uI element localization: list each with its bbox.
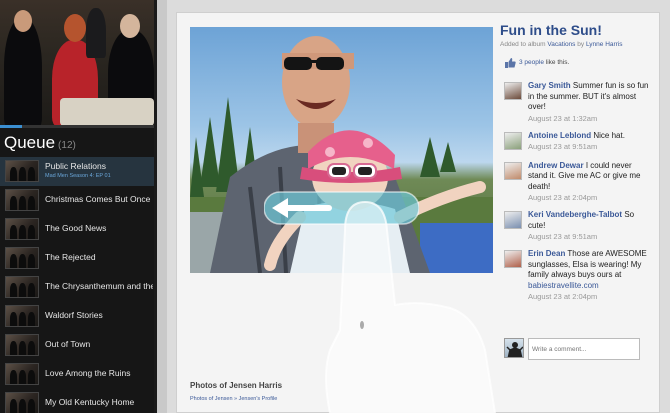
comment: Gary Smith Summer fun is so fun in the s… <box>504 81 652 123</box>
queue-count: (12) <box>58 140 76 151</box>
comment-text: Nice hat. <box>593 130 625 140</box>
commenter-avatar[interactable] <box>504 131 522 150</box>
episode-thumbnail <box>5 363 39 385</box>
comments-list: Gary Smith Summer fun is so fun in the s… <box>504 81 652 309</box>
comment-composer <box>504 338 640 360</box>
queue-item-title: The Chrysanthemum and the S <box>45 281 153 291</box>
comment: Keri Vandeberghe-Talbot So cute! August 2… <box>504 210 652 241</box>
queue-header: Queue (12) <box>4 133 154 155</box>
queue-item-title: Love Among the Ruins <box>45 368 131 378</box>
commenter-name[interactable]: Andrew Dewar <box>528 161 584 170</box>
episode-thumbnail <box>5 247 39 269</box>
comment: Erin Dean Those are AWESOME sunglasses, … <box>504 249 652 301</box>
commenter-name[interactable]: Antoine Leblond <box>528 131 591 140</box>
episode-thumbnail <box>5 218 39 240</box>
comment-timestamp[interactable]: August 23 at 2:04pm <box>528 292 652 301</box>
album-info: Added to album Vacations by Lynne Harris <box>500 41 652 48</box>
commenter-avatar[interactable] <box>504 211 522 229</box>
comment-timestamp[interactable]: August 23 at 9:51am <box>528 142 652 151</box>
photo-title: Fun in the Sun! <box>500 22 602 38</box>
queue-title: Queue <box>4 133 56 152</box>
queue-item-title: Waldorf Stories <box>45 310 103 320</box>
album-owner-link[interactable]: Lynne Harris <box>586 41 623 48</box>
commenter-name[interactable]: Gary Smith <box>528 81 571 90</box>
episode-thumbnail <box>5 334 39 356</box>
comment-body: Gary Smith Summer fun is so fun in the s… <box>528 81 652 113</box>
comment: Antoine Leblond Nice hat. August 23 at 9:… <box>504 131 652 153</box>
likes-link[interactable]: 3 people <box>519 59 544 66</box>
photo-details-panel: Fun in the Sun! Added to album Vacations… <box>500 22 652 372</box>
queue-item-title: My Old Kentucky Home <box>45 397 135 407</box>
queue-item[interactable]: Love Among the Ruins <box>0 360 154 389</box>
commenter-name[interactable]: Erin Dean <box>528 249 565 258</box>
video-preview[interactable] <box>0 0 154 126</box>
app-window: Queue (12) Public Relations Mad Men Season… <box>0 0 670 413</box>
album-info-by: by <box>577 41 585 48</box>
queue-item-title: The Rejected <box>45 252 96 262</box>
queue-item-title: The Good News <box>45 223 107 233</box>
swipe-left-arrow-icon <box>263 190 420 226</box>
queue-list: Public Relations Mad Men Season 4: EP 01 C… <box>0 157 154 413</box>
album-link[interactable]: Vacations <box>547 41 575 48</box>
queue-item[interactable]: Public Relations Mad Men Season 4: EP 01 <box>0 157 154 186</box>
comment-input[interactable] <box>528 338 640 360</box>
comment-body: Antoine Leblond Nice hat. <box>528 131 652 142</box>
episode-thumbnail <box>5 305 39 327</box>
likes-suffix: like this. <box>545 59 570 67</box>
playback-progress-fill <box>0 125 22 128</box>
commenter-name[interactable]: Keri Vandeberghe-Talbot <box>528 210 622 219</box>
comment-timestamp[interactable]: August 23 at 1:32am <box>528 114 652 123</box>
queue-item-title: Christmas Comes But Once a Y <box>45 194 153 204</box>
comment: Andrew Dewar I could never stand it. Giv… <box>504 161 652 202</box>
commenter-avatar[interactable] <box>504 250 522 268</box>
comment-body: Keri Vandeberghe-Talbot So cute! <box>528 210 652 231</box>
comment-link[interactable]: babiestravellite.com <box>528 281 599 290</box>
queue-item[interactable]: The Good News <box>0 215 154 244</box>
playback-progress-bar[interactable] <box>0 125 154 128</box>
thumbs-up-icon[interactable] <box>505 57 516 68</box>
photos-breadcrumb[interactable]: Photos of Jensen » Jensen's Profile <box>190 396 277 402</box>
queue-item[interactable]: The Chrysanthemum and the S <box>0 273 154 302</box>
queue-item-subtitle: Mad Men Season 4: EP 01 <box>45 173 111 179</box>
queue-item[interactable]: Waldorf Stories <box>0 302 154 331</box>
comment-body: Andrew Dewar I could never stand it. Giv… <box>528 161 652 193</box>
album-info-prefix: Added to album <box>500 41 546 48</box>
comment-body: Erin Dean Those are AWESOME sunglasses, … <box>528 249 652 291</box>
queue-item-title: Out of Town <box>45 339 91 349</box>
episode-thumbnail <box>5 276 39 298</box>
photo-viewer[interactable] <box>190 27 493 273</box>
queue-item[interactable]: Out of Town <box>0 331 154 360</box>
commenter-avatar[interactable] <box>504 161 522 180</box>
pane-divider[interactable] <box>154 0 167 413</box>
media-player-pane: Queue (12) Public Relations Mad Men Season… <box>0 0 154 413</box>
current-user-avatar <box>504 338 524 358</box>
commenter-avatar[interactable] <box>504 82 522 100</box>
comment-timestamp[interactable]: August 23 at 9:51am <box>528 232 652 241</box>
episode-thumbnail <box>5 160 39 182</box>
queue-item[interactable]: The Rejected <box>0 244 154 273</box>
episode-thumbnail <box>5 189 39 211</box>
comment-timestamp[interactable]: August 23 at 2:04pm <box>528 193 652 202</box>
queue-item-title: Public Relations <box>45 161 106 171</box>
queue-item[interactable]: Christmas Comes But Once a Y <box>0 186 154 215</box>
queue-item[interactable]: My Old Kentucky Home <box>0 389 154 413</box>
likes-row: 3 people like this. <box>505 57 569 69</box>
episode-thumbnail <box>5 392 39 413</box>
photos-of-heading: Photos of Jensen Harris <box>190 381 283 390</box>
